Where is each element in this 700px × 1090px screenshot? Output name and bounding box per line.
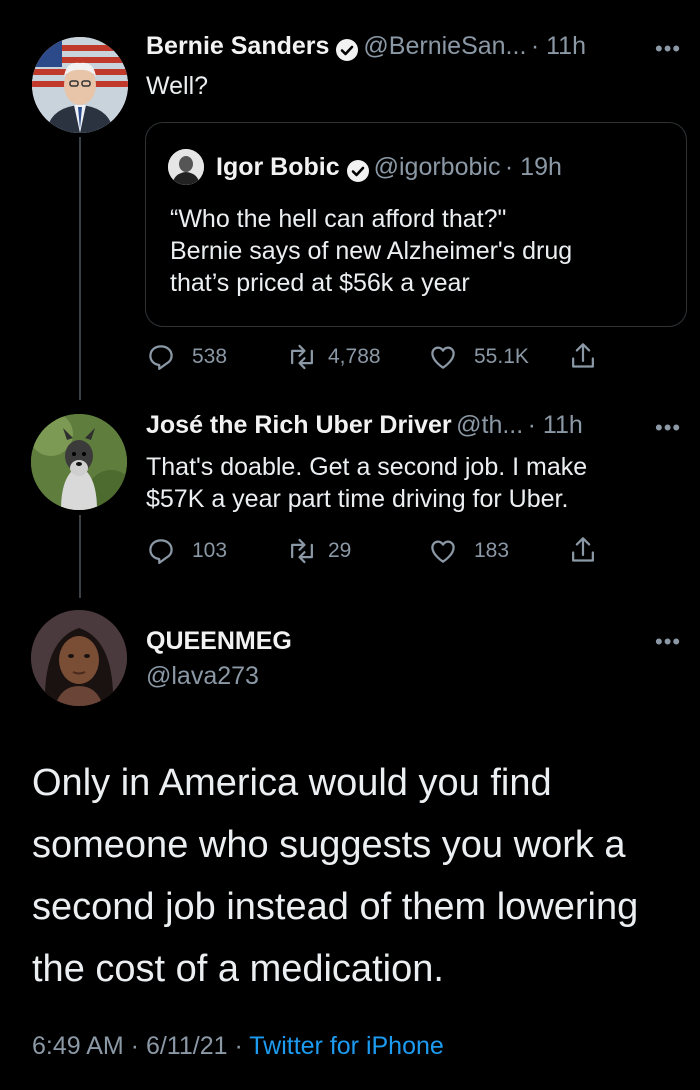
reply-button[interactable]: 538	[146, 342, 227, 372]
avatar-igor	[168, 149, 204, 185]
quote-time: · 19h	[504, 153, 562, 181]
retweet-icon	[291, 538, 313, 564]
author-name[interactable]: José the Rich Uber Driver	[146, 411, 452, 439]
share-button[interactable]	[568, 340, 598, 372]
avatar-jose[interactable]	[31, 414, 127, 510]
tweet-header: José the Rich Uber Driver @th... · 11h	[146, 411, 583, 440]
quote-line: that’s priced at $56k a year	[170, 269, 470, 297]
more-icon[interactable]: •••	[655, 415, 681, 441]
reply-button[interactable]: 103	[146, 536, 227, 566]
retweet-count: 29	[328, 539, 352, 562]
retweet-button[interactable]: 29	[286, 536, 351, 566]
author-handle[interactable]: @lava273	[146, 662, 259, 691]
main-tweet-text: Only in America would you find someone w…	[32, 752, 692, 1000]
retweet-button[interactable]: 4,788	[286, 342, 381, 372]
tweet-line: $57K a year part time driving for Uber.	[146, 485, 569, 513]
author-name[interactable]: QUEENMEG	[146, 627, 292, 656]
thread-line	[79, 515, 81, 598]
tweet-text: That's doable. Get a second job. I make …	[146, 451, 686, 515]
more-icon[interactable]: •••	[655, 629, 681, 655]
quote-author-name[interactable]: Igor Bobic	[216, 153, 340, 181]
like-count: 183	[474, 539, 510, 562]
author-handle[interactable]: @th...	[456, 411, 523, 439]
timestamp-text: 6:49 AM · 6/11/21 ·	[32, 1032, 250, 1060]
tweet-header: Bernie Sanders @BernieSan... · 11h	[146, 32, 586, 62]
reply-icon	[149, 539, 173, 564]
quote-text: “Who the hell can afford that?" Bernie s…	[170, 203, 675, 299]
like-button[interactable]: 183	[428, 536, 509, 566]
main-tweet-line: Only in America would you find	[32, 762, 552, 804]
tweet-line: That's doable. Get a second job. I make	[146, 453, 588, 481]
main-tweet-line: the cost of a medication.	[32, 948, 444, 990]
verified-icon	[336, 38, 359, 61]
reply-count: 538	[192, 345, 228, 368]
share-icon	[572, 537, 594, 562]
like-icon	[431, 346, 455, 369]
main-tweet-line: second job instead of them lowering	[32, 886, 639, 928]
source-link[interactable]: Twitter for iPhone	[249, 1032, 444, 1060]
author-handle[interactable]: @BernieSan...	[363, 32, 526, 60]
quote-line: “Who the hell can afford that?"	[170, 205, 507, 233]
verified-icon	[346, 159, 369, 182]
retweet-icon	[291, 344, 313, 370]
quote-header: Igor Bobic @igorbobic · 19h	[216, 153, 562, 183]
tweet-timestamp: 6:49 AM · 6/11/21 · Twitter for iPhone	[32, 1032, 444, 1061]
quoted-tweet[interactable]: Igor Bobic @igorbobic · 19h “Who the hell…	[145, 122, 687, 327]
main-tweet-line: someone who suggests you work a	[32, 824, 626, 866]
share-icon	[572, 343, 594, 368]
tweet-time: · 11h	[530, 32, 586, 60]
avatar-bernie[interactable]	[32, 37, 128, 133]
like-button[interactable]: 55.1K	[428, 342, 529, 372]
share-button[interactable]	[568, 534, 598, 566]
like-icon	[431, 540, 455, 563]
quote-line: Bernie says of new Alzheimer's drug	[170, 237, 573, 265]
reply-icon	[149, 345, 173, 370]
like-count: 55.1K	[474, 345, 529, 368]
more-icon[interactable]: •••	[655, 36, 681, 62]
thread-line	[79, 137, 81, 400]
avatar-queenmeg[interactable]	[31, 610, 127, 706]
author-name[interactable]: Bernie Sanders	[146, 32, 329, 60]
tweet-text: Well?	[146, 72, 209, 100]
quote-author-handle[interactable]: @igorbobic	[374, 153, 501, 181]
reply-count: 103	[192, 539, 228, 562]
retweet-count: 4,788	[328, 345, 381, 368]
tweet-time: · 11h	[527, 411, 583, 439]
